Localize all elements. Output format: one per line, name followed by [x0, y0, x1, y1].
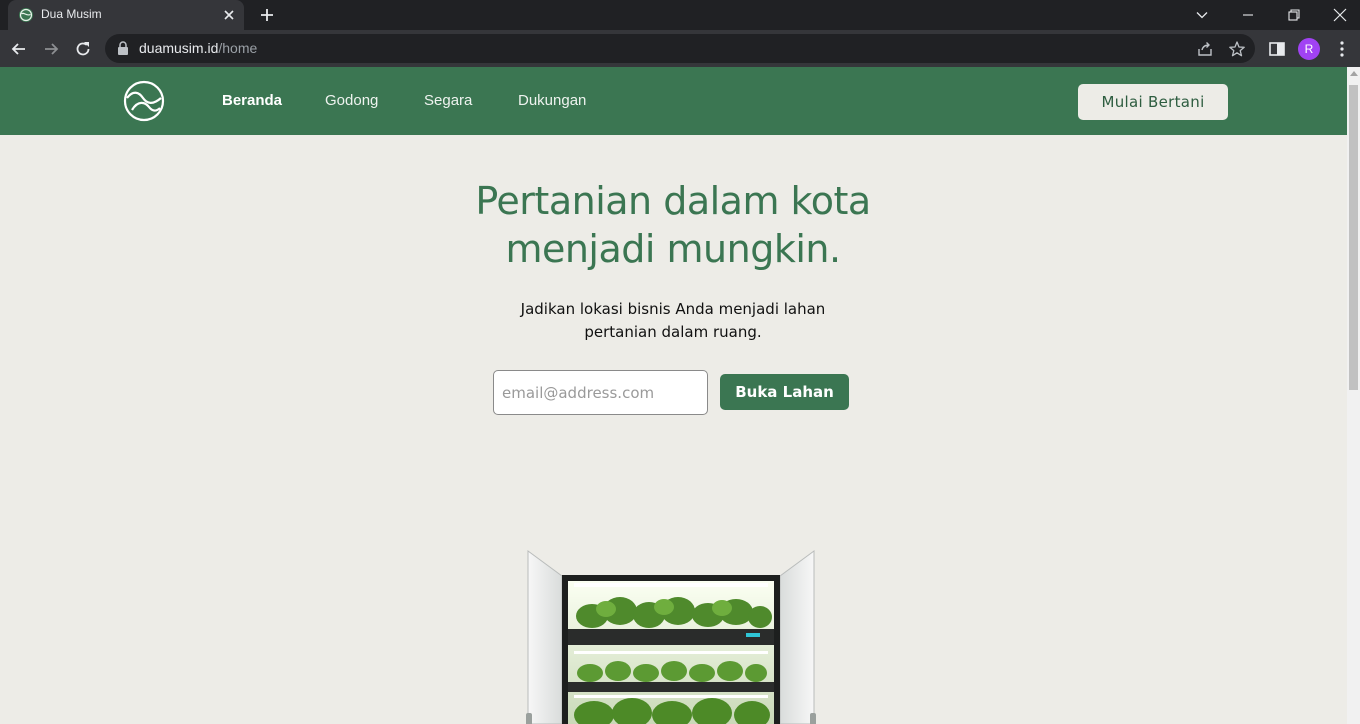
address-bar[interactable]: duamusim.id/home — [105, 34, 1255, 63]
url-path: /home — [218, 40, 258, 56]
kebab-menu-icon[interactable] — [1332, 39, 1352, 59]
browser-tab[interactable]: Dua Musim — [8, 0, 244, 30]
nav-link-segara[interactable]: Segara — [424, 92, 472, 109]
hero-subtitle-line-1: Jadikan lokasi bisnis Anda menjadi lahan — [520, 300, 826, 318]
scroll-up-arrow-icon[interactable] — [1350, 71, 1358, 76]
url-host: duamusim.id — [139, 40, 219, 56]
hero-subtitle: Jadikan lokasi bisnis Anda menjadi lahan… — [473, 298, 873, 344]
reload-icon[interactable] — [73, 39, 93, 59]
window-close-icon — [1333, 8, 1347, 22]
tab-favicon-icon — [19, 8, 33, 22]
email-input[interactable] — [493, 370, 708, 415]
close-icon[interactable] — [221, 7, 237, 23]
side-panel-icon[interactable] — [1267, 39, 1287, 59]
lock-icon[interactable] — [117, 41, 129, 55]
tab-search-button[interactable] — [1179, 0, 1225, 30]
start-farming-button[interactable]: Mulai Bertani — [1078, 84, 1228, 120]
open-farm-button[interactable]: Buka Lahan — [720, 374, 849, 410]
profile-avatar[interactable]: R — [1298, 38, 1320, 60]
nav-link-godong[interactable]: Godong — [325, 92, 378, 109]
page-scrollbar[interactable] — [1347, 67, 1360, 724]
hero-title-line-1: Pertanian dalam kota — [475, 179, 871, 223]
forward-arrow-icon[interactable] — [41, 39, 61, 59]
hero-subtitle-line-2: pertanian dalam ruang. — [584, 323, 762, 341]
browser-toolbar: duamusim.id/home R — [0, 30, 1360, 67]
star-icon[interactable] — [1228, 40, 1246, 58]
tab-title: Dua Musim — [41, 7, 102, 21]
minimize-button[interactable] — [1225, 0, 1271, 30]
window-close-button[interactable] — [1317, 0, 1360, 30]
farm-cabinet-image — [526, 550, 816, 724]
url-text[interactable]: duamusim.id/home — [139, 40, 257, 56]
share-icon[interactable] — [1196, 40, 1214, 58]
site-navbar: Beranda Godong Segara Dukungan Mulai Ber… — [0, 67, 1347, 135]
restore-icon — [1288, 9, 1300, 21]
restore-button[interactable] — [1271, 0, 1317, 30]
chevron-down-icon — [1196, 12, 1208, 19]
hero-title: Pertanian dalam kota menjadi mungkin. — [373, 177, 973, 273]
scroll-thumb[interactable] — [1349, 85, 1358, 390]
page-viewport: Beranda Godong Segara Dukungan Mulai Ber… — [0, 67, 1347, 724]
nav-link-dukungan[interactable]: Dukungan — [518, 92, 586, 109]
brand-logo-icon[interactable] — [123, 80, 165, 122]
hero-title-line-2: menjadi mungkin. — [505, 227, 841, 271]
back-arrow-icon[interactable] — [9, 39, 29, 59]
minimize-icon — [1243, 14, 1253, 16]
plus-icon[interactable] — [258, 6, 276, 24]
browser-titlebar: Dua Musim — [0, 0, 1360, 30]
nav-link-beranda[interactable]: Beranda — [222, 92, 282, 109]
